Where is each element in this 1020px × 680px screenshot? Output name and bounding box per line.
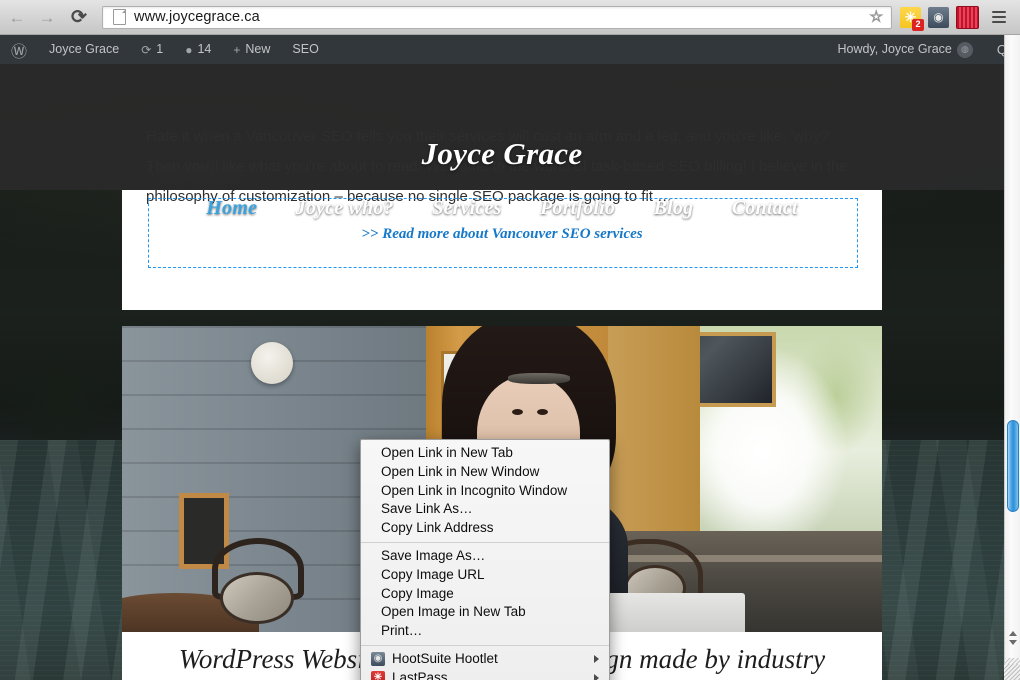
browser-extension-red-icon[interactable] (956, 6, 979, 29)
back-button[interactable]: ← (4, 4, 30, 30)
browser-toolbar: ← → ⟳ www.joycegrace.ca ☆ ✳ 2 ◉ (0, 0, 1020, 35)
context-menu-item-open-link-new-window[interactable]: Open Link in New Window (361, 463, 609, 482)
nav-item-portfolio[interactable]: Portfolio (540, 197, 615, 220)
admin-bar-comments[interactable]: ● 14 (174, 35, 222, 64)
howdy-label: Howdy, Joyce Grace (837, 43, 951, 56)
hero-patio-chair-left (198, 538, 318, 630)
forward-button[interactable]: → (34, 4, 60, 30)
context-menu-item-open-link-new-tab[interactable]: Open Link in New Tab (361, 444, 609, 463)
admin-bar-howdy[interactable]: Howdy, Joyce Grace ◍ (826, 35, 983, 64)
site-title: Joyce Grace (0, 136, 1004, 172)
admin-bar-new[interactable]: + New (222, 35, 281, 64)
hero-chair-seat (220, 572, 294, 624)
updates-count: 1 (156, 43, 163, 56)
hero-wall-lamp (251, 342, 293, 384)
scroll-down-arrow-icon[interactable] (1009, 640, 1017, 645)
context-menu-item-open-link-incognito[interactable]: Open Link in Incognito Window (361, 482, 609, 501)
extension-icons: ✳ 2 ◉ (900, 6, 1020, 29)
nav-item-home[interactable]: Home (206, 197, 257, 220)
nav-item-services[interactable]: Services (432, 197, 501, 220)
nav-item-joyce-who[interactable]: Joyce who? (296, 197, 394, 220)
page-document-icon (113, 9, 126, 25)
context-menu[interactable]: Open Link in New Tab Open Link in New Wi… (360, 439, 610, 680)
context-menu-item-save-link-as[interactable]: Save Link As… (361, 500, 609, 519)
context-menu-item-lastpass[interactable]: ✳ LastPass (361, 669, 609, 680)
hero-person-eye-left (512, 409, 523, 415)
lastpass-asterisk-icon: ✳ (371, 671, 385, 680)
context-menu-item-copy-link-address[interactable]: Copy Link Address (361, 519, 609, 538)
read-more-link[interactable]: >> Read more about Vancouver SEO service… (0, 226, 1004, 243)
page-viewport: Hate it when a Vancouver SEO tells you t… (0, 64, 1004, 680)
context-menu-item-copy-image[interactable]: Copy Image (361, 585, 609, 604)
reload-button[interactable]: ⟳ (66, 4, 92, 30)
wordpress-admin-bar: Ⓦ Joyce Grace ⟳ 1 ● 14 + New SEO Howdy, … (0, 35, 1020, 64)
hero-person-eye-right (537, 409, 548, 415)
submenu-arrow-icon (594, 674, 599, 680)
new-label: New (245, 43, 270, 56)
admin-bar-site-name[interactable]: Joyce Grace (38, 35, 130, 64)
admin-bar-seo[interactable]: SEO (281, 35, 329, 64)
hootsuite-glyph: ◉ (933, 11, 943, 23)
context-menu-item-print[interactable]: Print… (361, 622, 609, 641)
scrollbar-thumb[interactable] (1007, 420, 1019, 512)
context-menu-item-hootsuite-hootlet[interactable]: ◉ HootSuite Hootlet (361, 650, 609, 669)
plus-icon: + (233, 44, 240, 56)
nav-item-contact[interactable]: Contact (732, 197, 798, 220)
context-menu-item-hootsuite-label: HootSuite Hootlet (392, 650, 498, 669)
primary-navigation: Home Joyce who? Services Portfolio Blog … (0, 197, 1004, 220)
bookmark-star-icon[interactable]: ☆ (870, 10, 883, 25)
wordpress-logo-icon[interactable]: Ⓦ (0, 35, 38, 64)
lastpass-extension-icon[interactable]: ✳ 2 (900, 7, 921, 28)
avatar: ◍ (957, 42, 973, 58)
context-menu-separator (361, 542, 609, 543)
context-menu-item-save-image-as[interactable]: Save Image As… (361, 547, 609, 566)
screenshot-root: ← → ⟳ www.joycegrace.ca ☆ ✳ 2 ◉ Ⓦ Joyce … (0, 0, 1020, 680)
scrollbar-arrows[interactable] (1005, 622, 1020, 654)
comments-count: 14 (197, 43, 211, 56)
hootsuite-owl-icon: ◉ (371, 652, 385, 666)
comment-bubble-icon: ● (185, 44, 192, 56)
context-menu-separator (361, 645, 609, 646)
url-text: www.joycegrace.ca (134, 9, 260, 25)
hootsuite-extension-icon[interactable]: ◉ (928, 7, 949, 28)
chrome-menu-icon[interactable] (988, 6, 1010, 28)
vertical-scrollbar[interactable] (1004, 35, 1020, 680)
nav-item-blog[interactable]: Blog (654, 197, 694, 220)
scroll-up-arrow-icon[interactable] (1009, 631, 1017, 636)
admin-bar-spacer (330, 35, 827, 64)
address-bar[interactable]: www.joycegrace.ca ☆ (102, 6, 892, 29)
context-menu-item-copy-image-url[interactable]: Copy Image URL (361, 566, 609, 585)
admin-bar-updates[interactable]: ⟳ 1 (130, 35, 174, 64)
lastpass-badge: 2 (912, 19, 924, 31)
updates-icon: ⟳ (141, 44, 151, 56)
submenu-arrow-icon (594, 655, 599, 663)
context-menu-item-open-image-new-tab[interactable]: Open Image in New Tab (361, 603, 609, 622)
context-menu-item-lastpass-label: LastPass (392, 669, 448, 680)
hero-sunglasses-icon (508, 373, 570, 384)
window-resize-grip[interactable] (1004, 664, 1020, 680)
